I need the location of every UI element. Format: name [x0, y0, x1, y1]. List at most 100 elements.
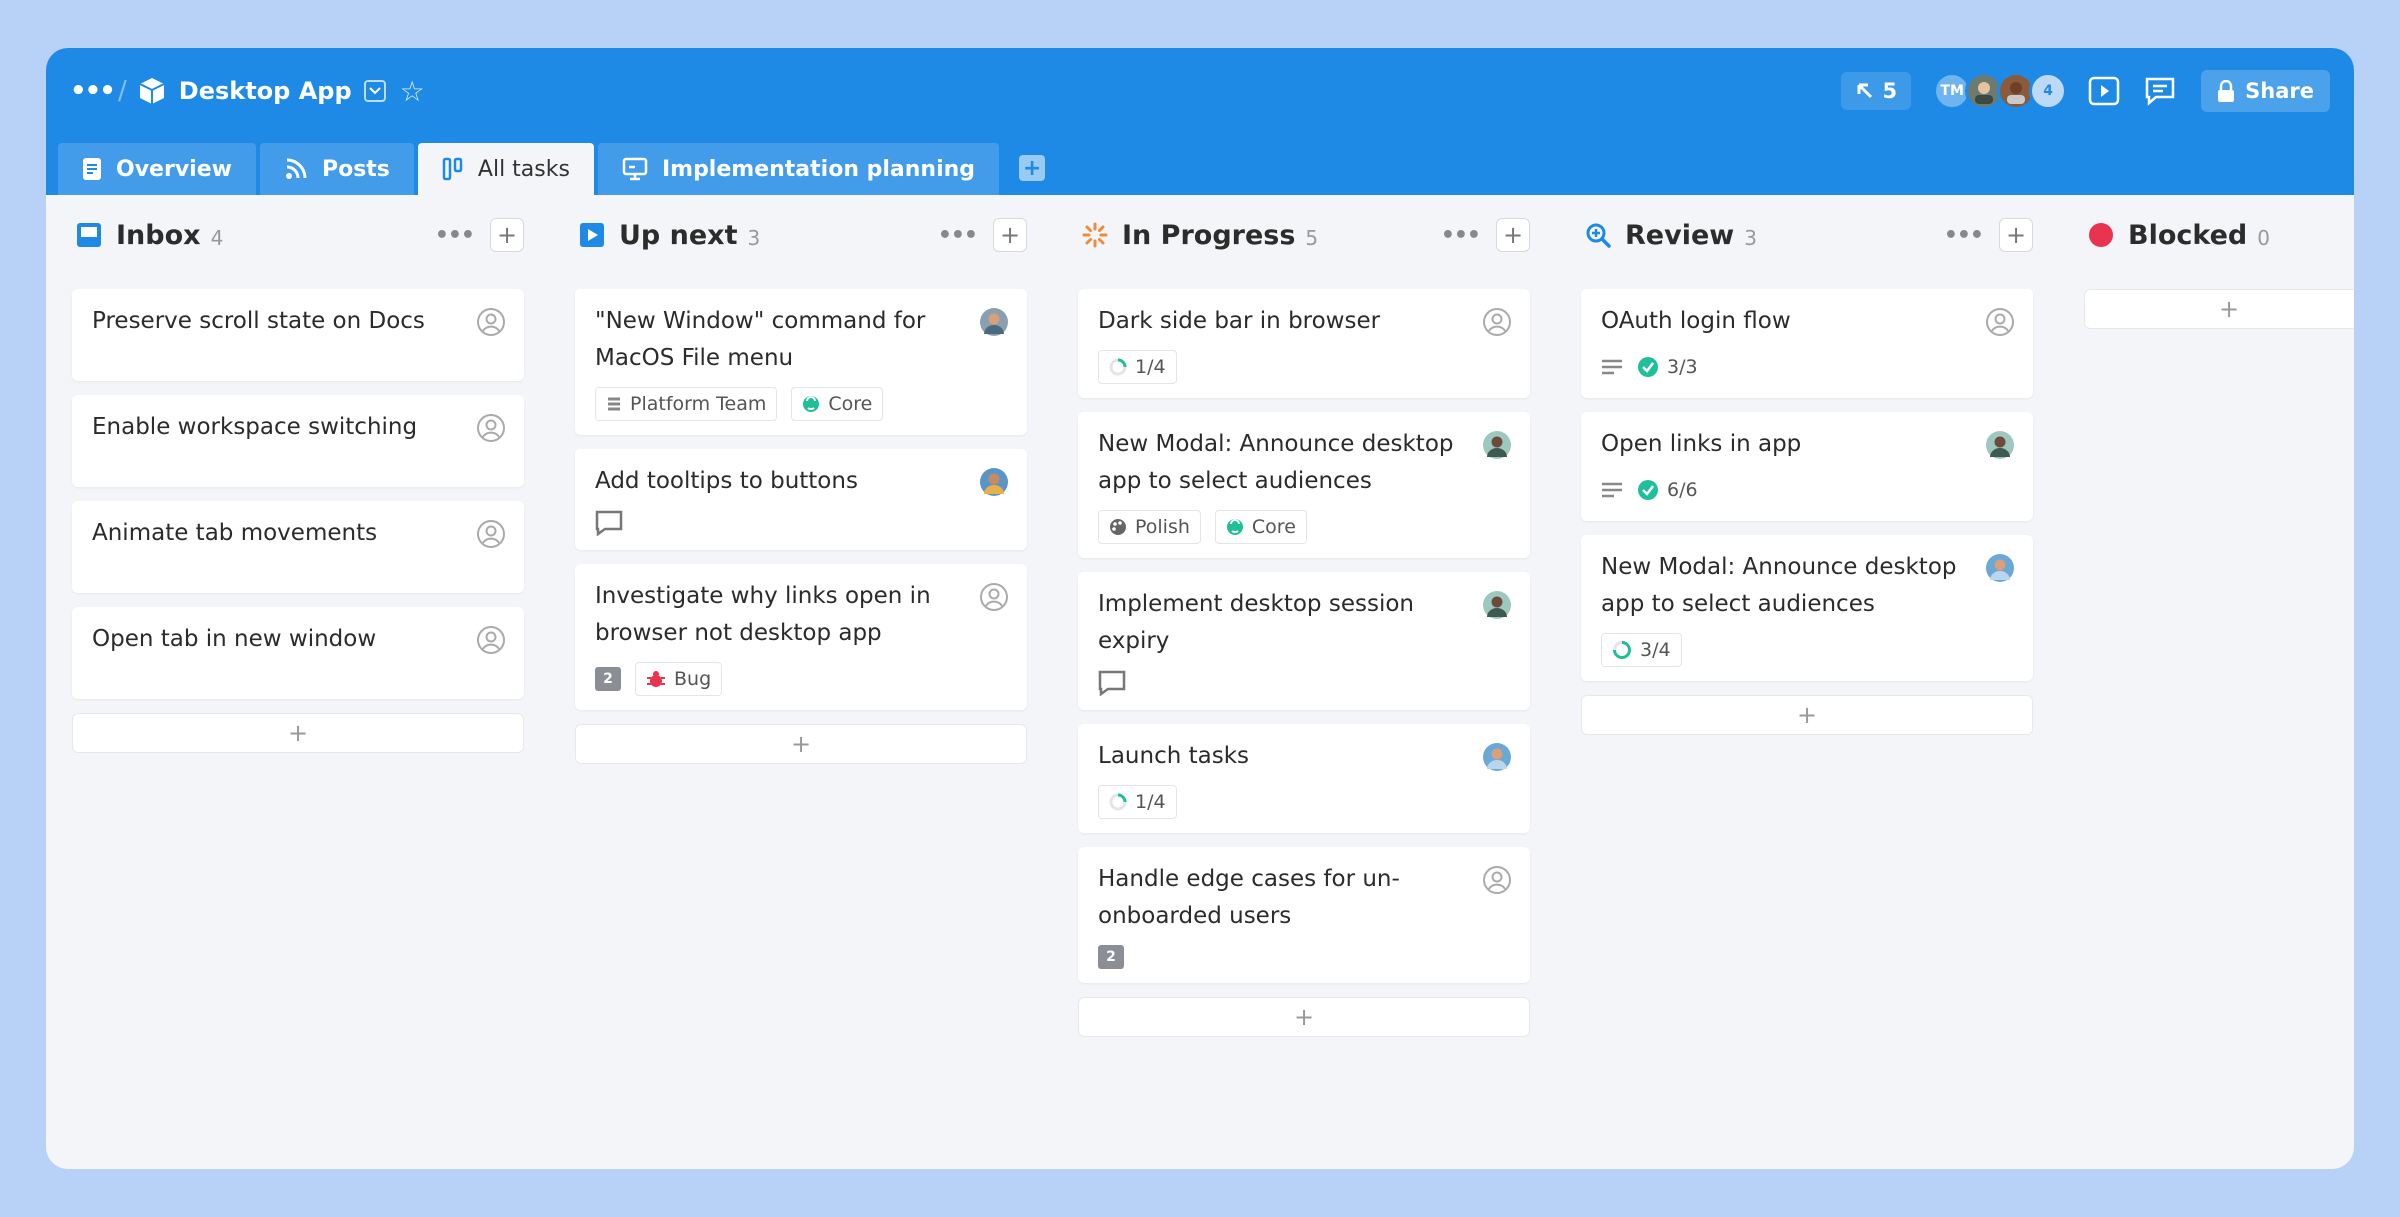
globe-icon — [1226, 519, 1243, 535]
task-card[interactable]: Handle edge cases for un-onboarded users… — [1078, 847, 1530, 983]
task-card[interactable]: New Modal: Announce desktop app to selec… — [1581, 535, 2033, 681]
tab-bar: Overview Posts All tasks Implementation … — [58, 143, 1046, 195]
add-card-row[interactable]: + — [72, 713, 524, 753]
card-meta: Polish Core — [1098, 510, 1510, 544]
tab-overview[interactable]: Overview — [58, 143, 256, 195]
tab-label: Implementation planning — [661, 156, 976, 182]
card-title: "New Window" command for MacOS File menu — [595, 308, 926, 371]
unassigned-user-icon[interactable] — [476, 625, 506, 655]
check-circle-icon — [1638, 480, 1658, 500]
tab-posts[interactable]: Posts — [259, 143, 414, 195]
user-avatar[interactable] — [979, 467, 1009, 497]
add-tab-button[interactable]: + — [1019, 155, 1046, 181]
add-card-button[interactable]: + — [993, 218, 1027, 252]
tag-pill[interactable]: Platform Team — [595, 387, 778, 421]
tag-pill[interactable]: Core — [791, 387, 884, 421]
tag-pill[interactable]: Bug — [635, 662, 723, 696]
more-icon[interactable]: ••• — [1944, 223, 1984, 248]
comment-icon[interactable] — [1098, 670, 1126, 696]
add-card-row[interactable]: + — [1581, 695, 2033, 735]
add-card-button[interactable]: + — [490, 218, 524, 252]
tab-implementation-planning[interactable]: Implementation planning — [597, 143, 1000, 195]
column-in-progress: In Progress 5 ••• + Dark side bar in bro… — [1078, 195, 1530, 1037]
star-icon[interactable]: ☆ — [400, 75, 425, 108]
globe-icon — [803, 396, 820, 412]
task-card[interactable]: "New Window" command for MacOS File menu… — [575, 289, 1027, 435]
more-icon[interactable]: ••• — [1441, 223, 1481, 248]
card-title: Open tab in new window — [92, 626, 377, 652]
comments-icon[interactable] — [2141, 72, 2179, 110]
card-title: Dark side bar in browser — [1098, 308, 1381, 334]
card-title: New Modal: Announce desktop app to selec… — [1601, 554, 1957, 617]
task-card[interactable]: Preserve scroll state on Docs — [72, 289, 524, 381]
tag-pill[interactable]: Core — [1214, 510, 1307, 544]
app-title[interactable]: Desktop App — [179, 77, 352, 105]
task-card[interactable]: New Modal: Announce desktop app to selec… — [1078, 412, 1530, 558]
column-count: 4 — [210, 226, 224, 250]
task-card[interactable]: Open links in app 6/6 — [1581, 412, 2033, 521]
tab-label: Posts — [321, 156, 390, 182]
tab-all-tasks[interactable]: All tasks — [417, 143, 594, 195]
cursor-count-button[interactable]: 5 — [1840, 72, 1912, 110]
column-title: Inbox — [116, 219, 201, 251]
unassigned-user-icon[interactable] — [1482, 307, 1512, 337]
column-blocked: Blocked 0 + — [2084, 195, 2354, 329]
more-icon[interactable]: ••• — [435, 223, 475, 248]
unassigned-user-icon[interactable] — [476, 413, 506, 443]
task-card[interactable]: Enable workspace switching — [72, 395, 524, 487]
card-meta: 2 Bug — [595, 662, 1007, 696]
task-card[interactable]: Investigate why links open in browser no… — [575, 564, 1027, 710]
task-card[interactable]: Add tooltips to buttons — [575, 449, 1027, 550]
avatar-overflow-count[interactable]: 4 — [2029, 72, 2068, 110]
checklist-label: 6/6 — [1667, 479, 1698, 501]
tag-label: Core — [828, 393, 873, 415]
task-card[interactable]: Open tab in new window — [72, 607, 524, 699]
column-header: Up next 3 ••• + — [575, 195, 1027, 275]
user-avatar[interactable] — [1985, 430, 2015, 460]
tag-pill[interactable]: Polish — [1098, 510, 1201, 544]
user-avatar[interactable] — [979, 307, 1009, 337]
card-title: Open links in app — [1601, 431, 1802, 457]
comment-count-badge[interactable]: 2 — [1098, 945, 1124, 969]
more-menu-icon[interactable]: ••• — [70, 78, 116, 104]
task-card[interactable]: Implement desktop session expiry — [1078, 572, 1530, 710]
task-card[interactable]: OAuth login flow 3/3 — [1581, 289, 2033, 398]
chevron-down-icon[interactable] — [363, 80, 386, 102]
share-button[interactable]: Share — [2201, 70, 2330, 112]
user-avatar[interactable] — [1985, 553, 2015, 583]
card-meta: Platform Team Core — [595, 387, 1007, 421]
card-meta — [595, 510, 1007, 536]
more-icon[interactable]: ••• — [938, 223, 978, 248]
collaborator-avatars[interactable]: TM 4 — [1933, 72, 2068, 110]
add-card-row[interactable]: + — [575, 724, 1027, 764]
subtask-progress[interactable]: 1/4 — [1098, 785, 1177, 819]
task-card[interactable]: Animate tab movements — [72, 501, 524, 593]
card-title: Add tooltips to buttons — [595, 468, 858, 494]
unassigned-user-icon[interactable] — [979, 582, 1009, 612]
task-card[interactable]: Launch tasks 1/4 — [1078, 724, 1530, 833]
arrow-up-left-icon — [1857, 83, 1872, 99]
comment-icon[interactable] — [595, 510, 623, 536]
progress-label: 1/4 — [1135, 356, 1166, 378]
user-avatar[interactable] — [1482, 430, 1512, 460]
document-icon — [83, 158, 101, 180]
unassigned-user-icon[interactable] — [1482, 865, 1512, 895]
user-avatar[interactable] — [1482, 590, 1512, 620]
subtask-progress[interactable]: 3/4 — [1601, 633, 1682, 667]
progress-ring-icon — [1109, 793, 1127, 811]
present-icon[interactable] — [2085, 72, 2123, 110]
task-card[interactable]: Dark side bar in browser 1/4 — [1078, 289, 1530, 398]
add-card-row[interactable]: + — [2084, 289, 2354, 329]
unassigned-user-icon[interactable] — [1985, 307, 2015, 337]
checklist-progress[interactable]: 6/6 — [1637, 473, 1698, 507]
add-card-button[interactable]: + — [1999, 218, 2033, 252]
checklist-progress[interactable]: 3/3 — [1637, 350, 1698, 384]
add-card-button[interactable]: + — [1496, 218, 1530, 252]
user-avatar[interactable] — [1482, 742, 1512, 772]
unassigned-user-icon[interactable] — [476, 519, 506, 549]
subtask-progress[interactable]: 1/4 — [1098, 350, 1177, 384]
add-card-row[interactable]: + — [1078, 997, 1530, 1037]
unassigned-user-icon[interactable] — [476, 307, 506, 337]
comment-count-badge[interactable]: 2 — [595, 667, 621, 691]
column-title: In Progress — [1122, 219, 1296, 251]
